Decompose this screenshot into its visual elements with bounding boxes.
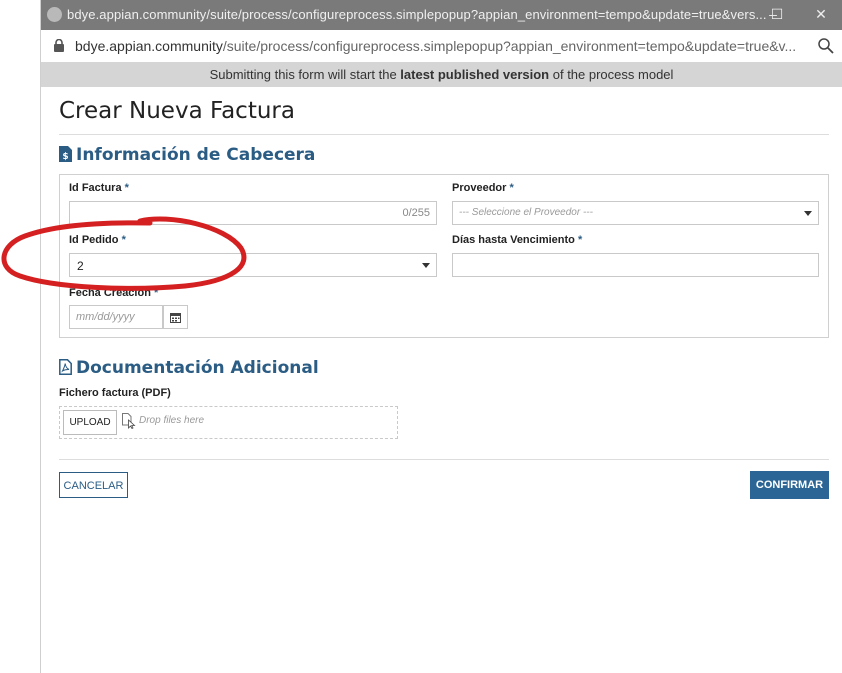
char-counter: 0/255 <box>402 207 430 219</box>
proveedor-label: Proveedor * <box>452 182 514 194</box>
required-marker: * <box>121 234 126 246</box>
svg-text:$: $ <box>62 152 68 162</box>
proveedor-dropdown[interactable]: --- Seleccione el Proveedor --- <box>452 201 819 225</box>
dias-vencimiento-label-text: Días hasta Vencimiento <box>452 234 575 246</box>
fecha-placeholder: mm/dd/yyyy <box>76 311 135 323</box>
proveedor-placeholder: --- Seleccione el Proveedor --- <box>459 207 593 218</box>
invoice-doc-icon: $ <box>59 146 72 162</box>
banner-prefix: Submitting this form will start the <box>209 67 401 82</box>
header-fields-box: Id Factura * 0/255 Proveedor * --- Selec… <box>59 174 829 338</box>
pdf-file-icon <box>59 359 72 375</box>
window-titlebar: bdye.appian.community/suite/process/conf… <box>41 0 842 30</box>
url-host: bdye.appian.community <box>75 38 223 54</box>
id-pedido-label: Id Pedido * <box>69 234 126 246</box>
banner-bold: latest published version <box>400 67 550 82</box>
proveedor-label-text: Proveedor <box>452 182 507 194</box>
zoom-icon[interactable] <box>816 36 836 56</box>
fecha-creacion-label: Fecha Creación * <box>69 287 158 299</box>
title-divider <box>59 134 829 135</box>
id-factura-label: Id Factura * <box>69 182 129 194</box>
dias-vencimiento-label: Días hasta Vencimiento * <box>452 234 582 246</box>
required-marker: * <box>509 182 514 194</box>
confirm-button[interactable]: CONFIRMAR <box>750 471 829 499</box>
drop-files-text: Drop files here <box>139 415 205 426</box>
chevron-down-icon <box>422 263 430 268</box>
page-title: Crear Nueva Factura <box>59 98 295 124</box>
id-pedido-dropdown[interactable]: 2 <box>69 253 437 277</box>
close-button[interactable]: ✕ <box>811 4 831 24</box>
id-pedido-value: 2 <box>77 259 84 273</box>
cancel-button[interactable]: CANCELAR <box>59 472 128 498</box>
form-content: Crear Nueva Factura $ Información de Cab… <box>41 87 842 673</box>
required-marker: * <box>153 287 159 299</box>
section-docs-label: Documentación Adicional <box>76 358 319 378</box>
url-text[interactable]: bdye.appian.community/suite/process/conf… <box>75 38 796 54</box>
site-favicon-icon <box>47 7 62 22</box>
maximize-button[interactable]: ☐ <box>767 4 787 24</box>
actions-divider <box>59 459 829 460</box>
fecha-creacion-label-text: Fecha Creación <box>69 287 151 299</box>
window-title: bdye.appian.community/suite/process/conf… <box>67 7 767 22</box>
address-bar[interactable]: bdye.appian.community/suite/process/conf… <box>41 30 842 63</box>
lock-icon <box>54 39 64 52</box>
banner-suffix: of the process model <box>549 67 674 82</box>
drop-file-icon <box>122 413 136 429</box>
popup-window: bdye.appian.community/suite/process/conf… <box>41 0 842 673</box>
url-path: /suite/process/configureprocess.simplepo… <box>222 38 797 54</box>
section-header-title: $ Información de Cabecera <box>59 145 315 165</box>
section-header-label: Información de Cabecera <box>76 145 316 165</box>
dias-vencimiento-input[interactable] <box>452 253 819 277</box>
chevron-down-icon <box>804 211 812 216</box>
id-factura-label-text: Id Factura <box>69 182 122 194</box>
file-upload-label: Fichero factura (PDF) <box>59 387 171 399</box>
upload-button[interactable]: UPLOAD <box>63 410 117 435</box>
file-drop-zone[interactable]: UPLOAD Drop files here <box>59 406 398 439</box>
date-picker-button[interactable] <box>163 305 188 329</box>
id-factura-input[interactable]: 0/255 <box>69 201 437 225</box>
id-pedido-label-text: Id Pedido <box>69 234 119 246</box>
section-docs-title: Documentación Adicional <box>59 358 319 378</box>
fecha-creacion-input[interactable]: mm/dd/yyyy <box>69 305 163 329</box>
process-model-banner: Submitting this form will start the late… <box>41 62 842 87</box>
calendar-icon <box>170 313 181 323</box>
background-window-edge <box>0 0 41 673</box>
required-marker: * <box>577 234 583 246</box>
required-marker: * <box>124 182 129 194</box>
